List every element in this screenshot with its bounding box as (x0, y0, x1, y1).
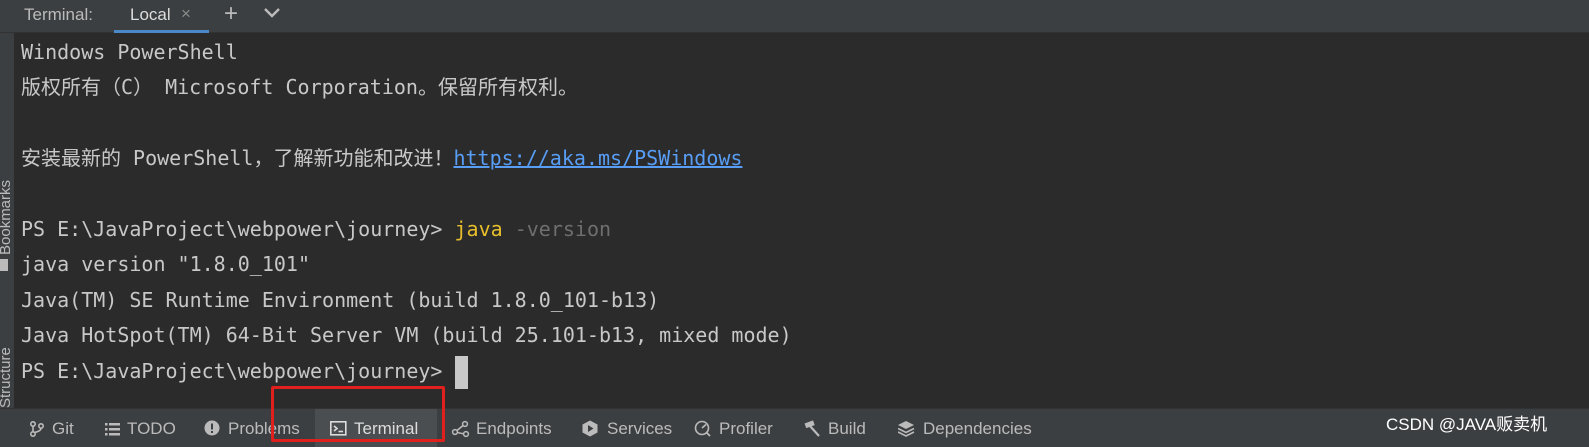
close-icon[interactable]: × (181, 4, 191, 24)
hammer-icon (804, 420, 820, 437)
bottom-tool-bar: Git TODO Problems Terminal Endpoints Ser… (0, 408, 1589, 447)
terminal-tab-bar: Terminal: Local × + (0, 0, 1589, 33)
install-hint-text: 安装最新的 PowerShell，了解新功能和改进！ (21, 146, 454, 170)
tool-git-label: Git (52, 419, 74, 438)
terminal-line: Java HotSpot(TM) 64-Bit Server VM (build… (21, 323, 792, 347)
tool-dependencies-label: Dependencies (923, 419, 1032, 438)
tab-local[interactable]: Local × (114, 0, 209, 33)
structure-tool-label[interactable]: Structure (0, 347, 14, 408)
terminal-line: 版权所有（C） Microsoft Corporation。保留所有权利。 (21, 75, 578, 99)
terminal-line: Java(TM) SE Runtime Environment (build 1… (21, 288, 660, 312)
terminal-line: PS E:\JavaProject\webpower\journey> (21, 356, 469, 389)
command-name: java (454, 217, 503, 241)
tool-services-label: Services (607, 419, 673, 438)
watermark: CSDN @JAVA贩卖机 (1386, 415, 1548, 434)
profiler-icon (694, 420, 711, 437)
info-icon (204, 420, 220, 436)
bookmarks-tool-label[interactable]: Bookmarks (0, 180, 14, 255)
layers-icon (898, 421, 915, 437)
terminal-line: PS E:\JavaProject\webpower\journey> java… (21, 214, 611, 244)
bookmark-icon[interactable] (0, 259, 8, 271)
tool-endpoints-label: Endpoints (476, 419, 552, 438)
terminal-title: Terminal: (24, 5, 93, 24)
add-tab-icon[interactable]: + (224, 0, 238, 28)
tool-profiler-label: Profiler (719, 419, 773, 438)
tool-todo-label: TODO (127, 419, 176, 438)
left-tool-strip: Bookmarks Structure (0, 33, 14, 408)
prompt-text: PS E:\JavaProject\webpower\journey> (21, 217, 455, 241)
annotation-highlight-box (271, 386, 445, 442)
prompt-text: PS E:\JavaProject\webpower\journey> (21, 359, 455, 383)
pswindows-link[interactable]: https://aka.ms/PSWindows (453, 146, 742, 170)
terminal-line: 安装最新的 PowerShell，了解新功能和改进！https://aka.ms… (21, 143, 742, 173)
command-argument: -version (514, 217, 612, 241)
services-icon (582, 420, 598, 437)
terminal-line: Windows PowerShell (21, 40, 238, 64)
endpoints-icon (451, 420, 470, 438)
tool-build-label: Build (828, 419, 866, 438)
list-icon (105, 423, 120, 436)
git-branch-icon (29, 420, 45, 438)
chevron-down-icon[interactable] (262, 2, 282, 22)
terminal-line: java version "1.8.0_101" (21, 252, 310, 276)
terminal-output[interactable]: Windows PowerShell 版权所有（C） Microsoft Cor… (14, 33, 1589, 408)
tab-local-label: Local (130, 5, 171, 24)
text-cursor (455, 356, 469, 389)
